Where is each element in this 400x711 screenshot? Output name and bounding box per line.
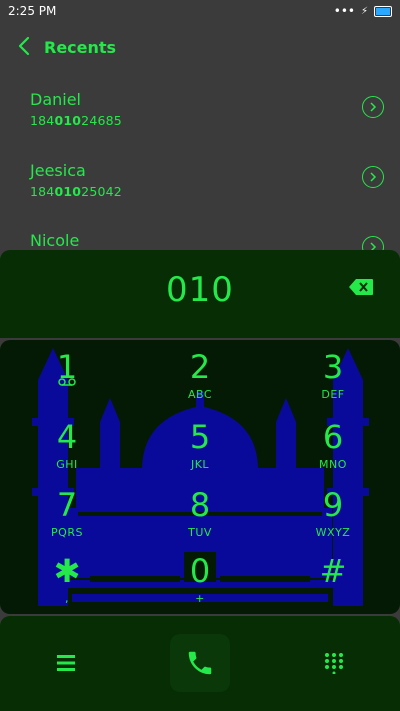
dial-key-6[interactable]: 6 MNO: [288, 420, 378, 484]
dial-key-letters: TUV: [188, 526, 212, 539]
battery-icon: [374, 5, 392, 17]
dial-key-8[interactable]: 8 TUV: [155, 488, 245, 552]
dial-key-digit: 8: [189, 486, 211, 524]
dial-key-digit: 4: [56, 418, 78, 456]
dialed-number: 010: [166, 270, 234, 310]
dial-key-letters: ,: [65, 592, 69, 605]
contact-number: 18401025042: [30, 184, 122, 199]
status-icons: ••• ⚡: [334, 4, 392, 18]
dial-key-letters: MNO: [319, 458, 347, 471]
bottom-action-bar: [0, 616, 400, 711]
dial-keypad: 1 2 ABC 3 DEF 4 GHI 5 JKL 6 MNO 7 PQRS 8 TUV 9 WXYZ ✱, 0 + #: [0, 340, 400, 614]
dial-key-star[interactable]: ✱,: [22, 554, 112, 614]
dial-key-digit: 1: [56, 348, 78, 386]
contact-number: 18401024685: [30, 113, 122, 128]
contact-name: Jeesica: [30, 161, 86, 180]
recents-header: Recents: [0, 28, 400, 68]
charging-bolt-icon: ⚡: [360, 5, 368, 17]
overflow-dots-icon: •••: [333, 4, 355, 18]
dial-key-letters: JKL: [190, 458, 210, 471]
dial-key-digit: #: [319, 552, 347, 590]
dial-key-digit: 7: [56, 486, 78, 524]
dial-key-1[interactable]: 1: [22, 350, 112, 414]
call-button[interactable]: [170, 634, 230, 692]
dial-key-5[interactable]: 5 JKL: [155, 420, 245, 484]
contact-name: Daniel: [30, 90, 81, 109]
contact-row-jeesica[interactable]: Jeesica 18401025042: [30, 161, 390, 199]
page-title: Recents: [44, 38, 117, 57]
dial-key-0[interactable]: 0 +: [155, 554, 245, 614]
phone-icon: [188, 651, 212, 675]
contact-details-chevron-icon[interactable]: [362, 166, 384, 188]
dial-key-letters: DEF: [321, 388, 345, 401]
dial-key-letters: ABC: [187, 388, 213, 401]
contact-row-daniel[interactable]: Daniel 18401024685: [30, 90, 390, 128]
contact-row-nicole[interactable]: Nicole: [30, 231, 390, 250]
number-display-panel: 010: [0, 250, 400, 338]
status-bar: 2:25 PM ••• ⚡: [0, 0, 400, 24]
dial-key-letters: GHI: [56, 458, 78, 471]
dial-key-4[interactable]: 4 GHI: [22, 420, 112, 484]
menu-icon[interactable]: [56, 654, 76, 672]
dial-key-7[interactable]: 7 PQRS: [22, 488, 112, 552]
dial-key-digit: ✱: [53, 552, 81, 590]
dial-key-9[interactable]: 9 WXYZ: [288, 488, 378, 552]
status-time: 2:25 PM: [8, 4, 57, 18]
dial-key-letters: PQRS: [51, 526, 83, 539]
dial-key-hash[interactable]: #: [288, 554, 378, 614]
dial-key-3[interactable]: 3 DEF: [288, 350, 378, 414]
dial-key-2[interactable]: 2 ABC: [155, 350, 245, 414]
dial-key-letters: +: [195, 592, 205, 605]
dial-key-digit: 2: [189, 348, 211, 386]
contact-details-chevron-icon[interactable]: [362, 96, 384, 118]
dial-key-digit: 0: [189, 552, 211, 590]
dial-key-digit: 6: [322, 418, 344, 456]
keypad-grid-icon[interactable]: [324, 652, 344, 674]
contact-name: Nicole: [30, 231, 80, 250]
dial-key-digit: 5: [189, 418, 211, 456]
dial-key-letters: WXYZ: [315, 526, 351, 539]
backspace-icon[interactable]: [348, 278, 374, 296]
back-arrow-icon[interactable]: [14, 34, 36, 58]
dial-key-digit: 3: [322, 348, 344, 386]
dial-key-digit: 9: [322, 486, 344, 524]
